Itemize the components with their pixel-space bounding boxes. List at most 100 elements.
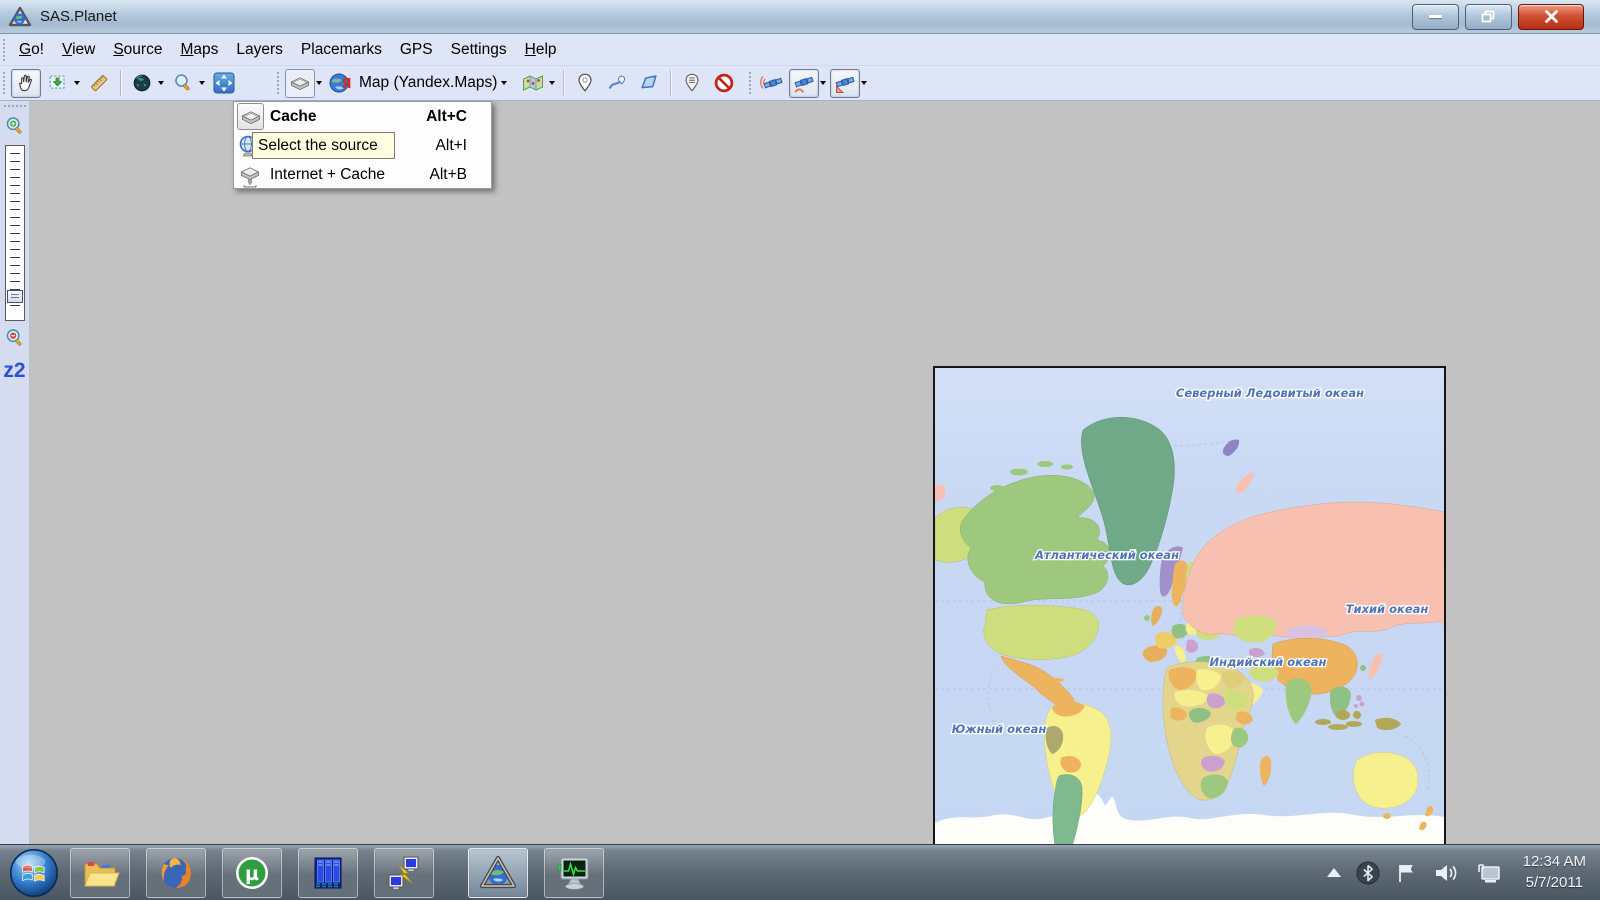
zoom-tool-button[interactable] <box>168 69 198 98</box>
gps-satellite-track-icon <box>792 71 816 95</box>
menu-item-gps[interactable]: GPS <box>391 37 442 63</box>
map-source-dropdown-arrow[interactable] <box>501 81 507 85</box>
system-tray: 12:34 AM 5/7/2011 <box>1327 852 1600 893</box>
toolbar-separator <box>670 70 671 96</box>
toolbar-gripper[interactable] <box>276 71 281 95</box>
layers-dropdown-arrow[interactable] <box>549 81 555 85</box>
zoom-slider[interactable] <box>5 145 25 321</box>
taskbar-item-sas-planet[interactable] <box>468 848 528 898</box>
add-path-button[interactable] <box>602 69 632 98</box>
menu-item-help[interactable]: Help <box>516 37 566 63</box>
menu-item-maps[interactable]: Maps <box>171 37 227 63</box>
gps-position-dropdown-arrow[interactable] <box>861 81 867 85</box>
zoom-dropdown-arrow[interactable] <box>199 81 205 85</box>
gps-track-button[interactable] <box>789 69 819 98</box>
menu-item-internet-cache[interactable]: Internet + Cache Alt+B <box>234 160 491 189</box>
select-area-dropdown-arrow[interactable] <box>74 81 80 85</box>
menu-item-view[interactable]: View <box>53 37 104 63</box>
start-button[interactable] <box>8 847 60 899</box>
sas-planet-logo-icon <box>8 6 32 28</box>
globe-dropdown-arrow[interactable] <box>158 81 164 85</box>
zoom-in-icon[interactable] <box>4 115 26 137</box>
titlebar[interactable]: SAS.Planet <box>0 0 1600 34</box>
placemark-icon <box>574 72 596 94</box>
taskbar-item-utorrent[interactable]: µ <box>222 848 282 898</box>
taskbar-item-explorer[interactable] <box>70 848 130 898</box>
gps-position-button[interactable] <box>830 69 860 98</box>
minimize-button[interactable] <box>1412 4 1459 30</box>
yandex-globe-icon: Я <box>328 71 352 95</box>
clock-date: 5/7/2011 <box>1523 873 1586 893</box>
gps-satellite-signal-icon <box>760 71 784 95</box>
gps-connect-button[interactable] <box>757 69 787 98</box>
client-area[interactable]: z2 <box>0 101 1600 844</box>
toolbar-gripper[interactable] <box>748 71 753 95</box>
add-polygon-button[interactable] <box>634 69 664 98</box>
menu-item-layers[interactable]: Layers <box>227 37 292 63</box>
route-icon <box>606 72 628 94</box>
zoom-out-icon[interactable] <box>4 327 26 349</box>
toolbar-gripper[interactable] <box>2 71 7 95</box>
polygon-icon <box>638 72 660 94</box>
action-center-flag-icon[interactable] <box>1395 861 1419 885</box>
toolbar-separator <box>120 70 121 96</box>
taskbar-item-system-monitor[interactable] <box>544 848 604 898</box>
taskbar-item-remote-connection[interactable] <box>374 848 434 898</box>
taskbar-item-servers[interactable] <box>298 848 358 898</box>
window-title: SAS.Planet <box>40 8 117 25</box>
menu-item-internet[interactable]: Select the source Alt+I <box>234 131 491 160</box>
ocean-label-atlantic: Атлантический океан <box>1034 548 1179 562</box>
fullscreen-button[interactable] <box>209 69 239 98</box>
firefox-icon <box>156 853 196 893</box>
menu-item-settings[interactable]: Settings <box>442 37 516 63</box>
main-toolbar: Я Map (Yandex.Maps) <box>0 66 1600 101</box>
minimize-icon <box>1429 15 1442 18</box>
close-button[interactable] <box>1518 4 1584 30</box>
toolbar-gripper[interactable] <box>2 38 7 62</box>
cache-item-icon-frame <box>237 103 264 130</box>
gps-track-dropdown-arrow[interactable] <box>820 81 826 85</box>
taskbar-clock[interactable]: 12:34 AM 5/7/2011 <box>1517 852 1586 893</box>
placemark-manager-button[interactable] <box>677 69 707 98</box>
menu-item-source[interactable]: Source <box>104 37 171 63</box>
bluetooth-icon[interactable] <box>1355 860 1381 886</box>
menu-item-label: Internet + Cache <box>270 166 385 184</box>
system-monitor-icon <box>553 853 595 893</box>
add-placemark-button[interactable] <box>570 69 600 98</box>
source-mode-dropdown-arrow[interactable] <box>316 81 322 85</box>
map-source-button[interactable]: Я <box>326 69 354 98</box>
pan-tool-button[interactable] <box>11 69 41 98</box>
toolbar-separator <box>563 70 564 96</box>
map-source-label[interactable]: Map (Yandex.Maps) <box>359 74 497 92</box>
chevron-up-icon[interactable] <box>1327 868 1341 877</box>
close-icon <box>1544 10 1559 23</box>
sas-planet-taskbar-icon <box>478 853 518 893</box>
disable-layers-button[interactable] <box>709 69 739 98</box>
source-mode-button[interactable] <box>285 69 315 98</box>
placemark-list-icon <box>681 72 703 94</box>
ruler-icon <box>88 72 110 94</box>
speaker-icon[interactable] <box>1433 861 1461 885</box>
fullscreen-icon <box>212 71 236 95</box>
sidebar-gripper[interactable] <box>3 104 27 109</box>
taskbar-item-firefox[interactable] <box>146 848 206 898</box>
remote-computers-icon <box>384 853 424 893</box>
menu-item-cache[interactable]: Cache Alt+C <box>234 102 491 131</box>
zoom-slider-handle[interactable] <box>7 290 23 303</box>
clock-time: 12:34 AM <box>1523 852 1586 872</box>
network-icon[interactable] <box>1475 861 1503 885</box>
menu-item-shortcut: Alt+I <box>436 137 491 155</box>
app-window: SAS.Planet Go! View Source Maps Layers P… <box>0 0 1600 900</box>
night-globe-button[interactable] <box>127 69 157 98</box>
layers-button[interactable] <box>518 69 548 98</box>
map-view[interactable]: Северный Ледовитый океан Атлантический о… <box>933 366 1446 877</box>
menu-item-go[interactable]: Go! <box>10 37 53 63</box>
restore-button[interactable] <box>1465 4 1512 30</box>
disable-icon <box>713 72 735 94</box>
menu-item-placemarks[interactable]: Placemarks <box>292 37 391 63</box>
menu-item-shortcut: Alt+B <box>430 166 491 184</box>
internet-cache-disk-icon <box>238 163 262 189</box>
hand-tool-icon <box>15 72 37 94</box>
select-area-button[interactable] <box>43 69 73 98</box>
measure-ruler-button[interactable] <box>84 69 114 98</box>
